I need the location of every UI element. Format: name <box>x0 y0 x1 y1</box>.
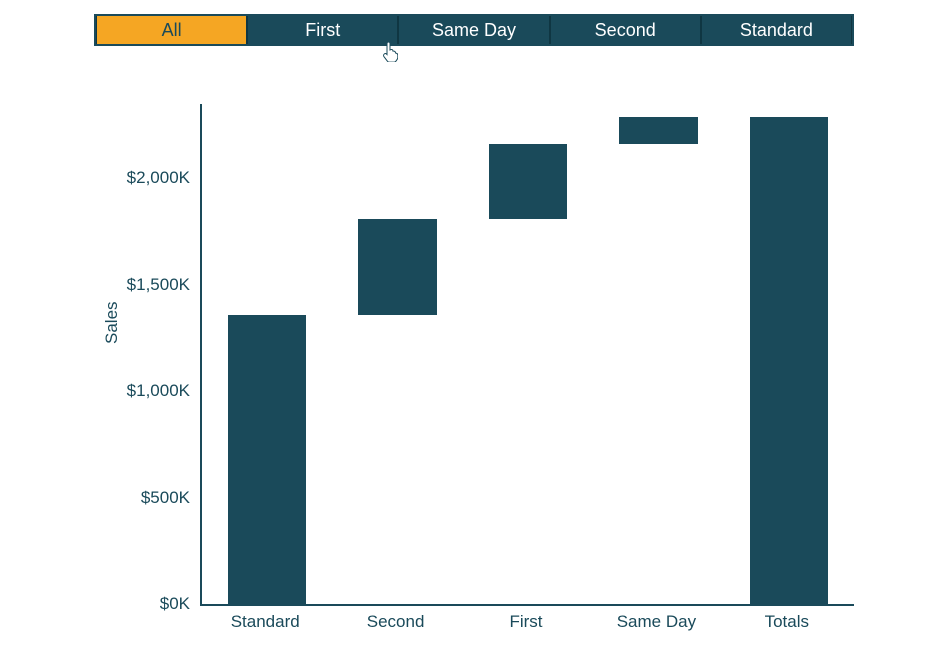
totals-bar <box>750 117 828 604</box>
x-tick-label: Totals <box>737 612 837 632</box>
plot-area <box>200 104 854 606</box>
step-bar-first <box>489 144 567 218</box>
y-tick-label: $2,000K <box>94 168 190 188</box>
tab-same-day[interactable]: Same Day <box>398 16 549 44</box>
shipping-filter-tabs: All First Same Day Second Standard <box>94 14 854 46</box>
step-bar-same-day <box>619 117 697 145</box>
tab-label: Standard <box>740 20 813 41</box>
x-tick-label: First <box>476 612 576 632</box>
step-bar-standard <box>228 315 306 604</box>
sales-waterfall-chart: Sales $0K $500K $1,000K $1,500K $2,000K … <box>94 104 854 624</box>
tab-label: First <box>305 20 340 41</box>
y-tick-label: $1,000K <box>94 381 190 401</box>
tab-first[interactable]: First <box>247 16 398 44</box>
y-axis-title: Sales <box>102 301 122 344</box>
tab-second[interactable]: Second <box>550 16 701 44</box>
tab-label: Same Day <box>432 20 516 41</box>
step-bar-second <box>358 219 436 315</box>
tab-label: All <box>162 20 182 41</box>
x-tick-label: Second <box>346 612 446 632</box>
x-tick-label: Same Day <box>606 612 706 632</box>
x-tick-label: Standard <box>215 612 315 632</box>
tab-standard[interactable]: Standard <box>701 16 852 44</box>
y-tick-label: $500K <box>94 488 190 508</box>
tab-label: Second <box>595 20 656 41</box>
tab-all[interactable]: All <box>96 16 247 44</box>
y-tick-label: $0K <box>94 594 190 614</box>
y-tick-label: $1,500K <box>94 275 190 295</box>
